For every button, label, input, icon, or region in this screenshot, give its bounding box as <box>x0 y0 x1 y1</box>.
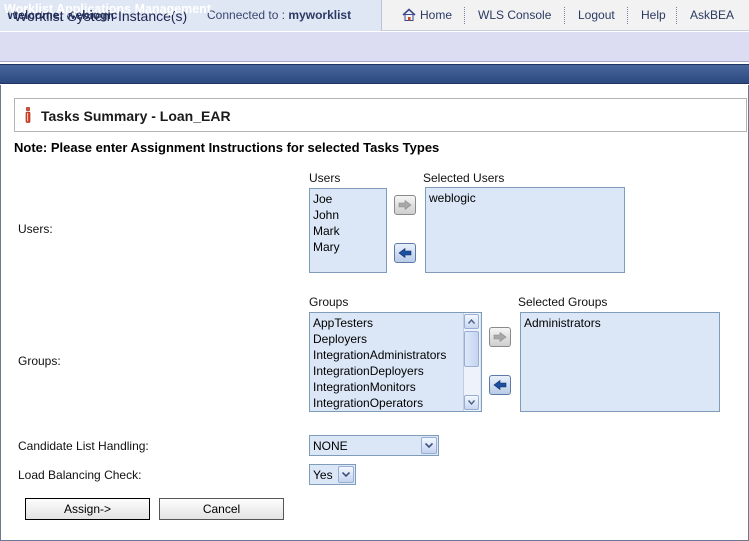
list-item[interactable]: Mary <box>313 239 383 255</box>
scroll-up-button[interactable] <box>464 314 479 329</box>
add-group-button[interactable] <box>489 327 511 347</box>
candidate-list-value: NONE <box>313 438 348 453</box>
section-header <box>0 64 749 84</box>
arrow-left-icon <box>398 248 412 258</box>
chevron-down-icon <box>342 472 350 477</box>
remove-user-button[interactable] <box>394 243 416 263</box>
selected-groups-list[interactable]: Administrators <box>520 312 720 412</box>
cancel-button[interactable]: Cancel <box>159 498 284 520</box>
arrow-right-icon <box>493 332 507 342</box>
users-row-label: Users: <box>18 222 53 236</box>
scroll-down-button[interactable] <box>464 395 479 410</box>
instance-bar <box>0 32 749 62</box>
dropdown-button[interactable] <box>421 437 437 454</box>
selected-users-list[interactable]: weblogic <box>425 187 625 273</box>
nav-divider <box>676 7 677 24</box>
selected-users-label: Selected Users <box>423 171 505 185</box>
connection-status: Connected to : myworklist <box>207 8 351 22</box>
chevron-up-icon <box>468 319 475 324</box>
nav-divider <box>627 7 628 24</box>
remove-group-button[interactable] <box>489 375 511 395</box>
assignment-note: Note: Please enter Assignment Instructio… <box>14 140 440 155</box>
available-users-label: Users <box>309 171 341 185</box>
nav-wls-console-link[interactable]: WLS Console <box>478 8 551 22</box>
list-item[interactable]: AppTesters <box>313 315 461 331</box>
chevron-down-icon <box>425 443 433 448</box>
list-item[interactable]: Administrators <box>524 315 716 331</box>
list-item[interactable]: IntegrationDeployers <box>313 363 461 379</box>
summary-title: Tasks Summary - Loan_EAR <box>41 108 231 124</box>
load-balancing-select[interactable]: Yes <box>309 464 356 485</box>
connected-instance: myworklist <box>288 8 352 22</box>
load-balancing-value: Yes <box>313 467 333 482</box>
add-user-button[interactable] <box>394 195 416 215</box>
available-groups-list[interactable]: AppTesters Deployers IntegrationAdminist… <box>309 312 482 412</box>
available-users-list[interactable]: Joe John Mark Mary <box>309 188 387 273</box>
task-icon <box>25 107 31 123</box>
available-groups-label: Groups <box>309 295 349 309</box>
list-item[interactable]: Joe <box>313 191 383 207</box>
groups-scrollbar[interactable] <box>463 313 480 411</box>
section-title: Worklist Applications Management <box>4 2 211 16</box>
list-item[interactable]: Deployers <box>313 331 461 347</box>
connected-label: Connected to : <box>207 8 286 22</box>
nav-divider <box>564 7 565 24</box>
candidate-list-select[interactable]: NONE <box>309 435 439 456</box>
list-item[interactable]: John <box>313 207 383 223</box>
scroll-thumb[interactable] <box>464 331 479 367</box>
list-item[interactable]: weblogic <box>429 190 621 206</box>
list-item[interactable]: IntegrationOperators <box>313 395 461 411</box>
list-item[interactable]: IntegrationMonitors <box>313 379 461 395</box>
nav-divider <box>464 7 465 24</box>
nav-askbea-link[interactable]: AskBEA <box>690 8 734 22</box>
nav-home-link[interactable]: Home <box>420 8 452 22</box>
chevron-down-icon <box>468 400 475 405</box>
groups-row-label: Groups: <box>18 354 61 368</box>
dropdown-button[interactable] <box>338 466 354 483</box>
nav-logout-link[interactable]: Logout <box>578 8 615 22</box>
arrow-right-icon <box>398 200 412 210</box>
list-item[interactable]: IntegrationAdministrators <box>313 347 461 363</box>
candidate-list-label: Candidate List Handling: <box>18 439 149 453</box>
home-icon[interactable] <box>402 8 416 21</box>
arrow-left-icon <box>493 380 507 390</box>
assign-button[interactable]: Assign-> <box>25 498 150 520</box>
list-item[interactable]: Mark <box>313 223 383 239</box>
load-balancing-label: Load Balancing Check: <box>18 468 142 482</box>
nav-help-link[interactable]: Help <box>641 8 666 22</box>
selected-groups-label: Selected Groups <box>518 295 608 309</box>
